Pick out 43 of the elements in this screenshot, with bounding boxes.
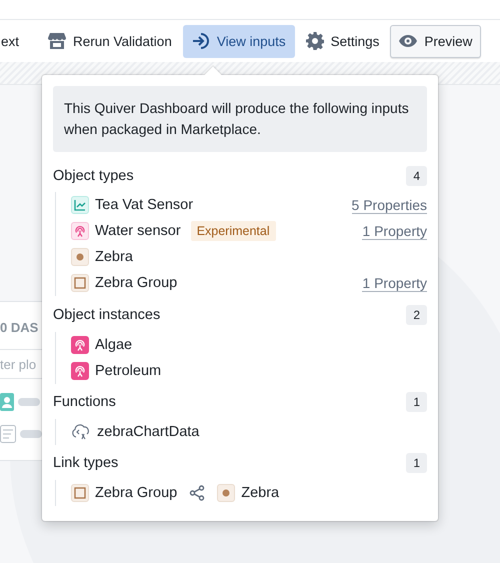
section-title: Functions — [53, 394, 116, 410]
section-title: Link types — [53, 455, 118, 472]
share-nodes-icon — [189, 485, 206, 501]
radar-icon — [71, 362, 89, 380]
properties-link[interactable]: 5 Properties — [352, 196, 427, 214]
experimental-tag: Experimental — [190, 221, 276, 242]
item-name: zebraChartData — [97, 424, 200, 440]
properties-link[interactable]: 1 Property — [362, 222, 427, 240]
intro-text: This Quiver Dashboard will produce the following inputs when packaged in Marketplace. — [53, 86, 427, 152]
count-badge: 4 — [406, 166, 427, 186]
card-title: 0 DAS — [0, 320, 40, 335]
text-lines-icon — [0, 425, 16, 443]
store-icon — [48, 33, 66, 49]
function-icon — [71, 422, 91, 442]
count-badge: 2 — [406, 304, 427, 325]
settings-icon — [306, 32, 324, 50]
item-name: Zebra — [241, 485, 280, 501]
toolbar-button[interactable]: Rerun Validation — [39, 24, 181, 58]
search-placeholder: ter plo — [0, 356, 36, 372]
section-title: Object instances — [53, 306, 160, 323]
section-title: Object types — [53, 168, 134, 184]
properties-link[interactable]: 1 Property — [362, 274, 427, 292]
toolbar-button[interactable]: View inputs — [182, 24, 295, 58]
toolbar-text[interactable]: ext — [1, 32, 20, 50]
item-name: Petroleum — [95, 362, 162, 378]
arrow-in-icon — [192, 32, 210, 50]
eye-icon — [399, 35, 418, 47]
count-badge: 1 — [406, 453, 427, 474]
line-chart-icon — [71, 196, 89, 214]
placeholder-bar — [18, 398, 40, 406]
radar-icon — [71, 222, 89, 240]
item-name: Zebra Group — [95, 275, 178, 292]
item-name: Zebra Group — [95, 485, 178, 501]
square-icon — [71, 274, 89, 292]
item-name: Algae — [95, 336, 132, 352]
toolbar-button[interactable]: Preview — [390, 24, 482, 58]
item-name: Zebra — [95, 249, 133, 266]
radar-icon — [71, 336, 89, 354]
item-name: Tea Vat Sensor — [95, 197, 194, 214]
item-name: Water sensor — [95, 223, 181, 240]
toolbar-button[interactable]: Settings — [296, 24, 388, 58]
count-badge: 1 — [406, 392, 427, 412]
square-icon — [71, 484, 89, 502]
